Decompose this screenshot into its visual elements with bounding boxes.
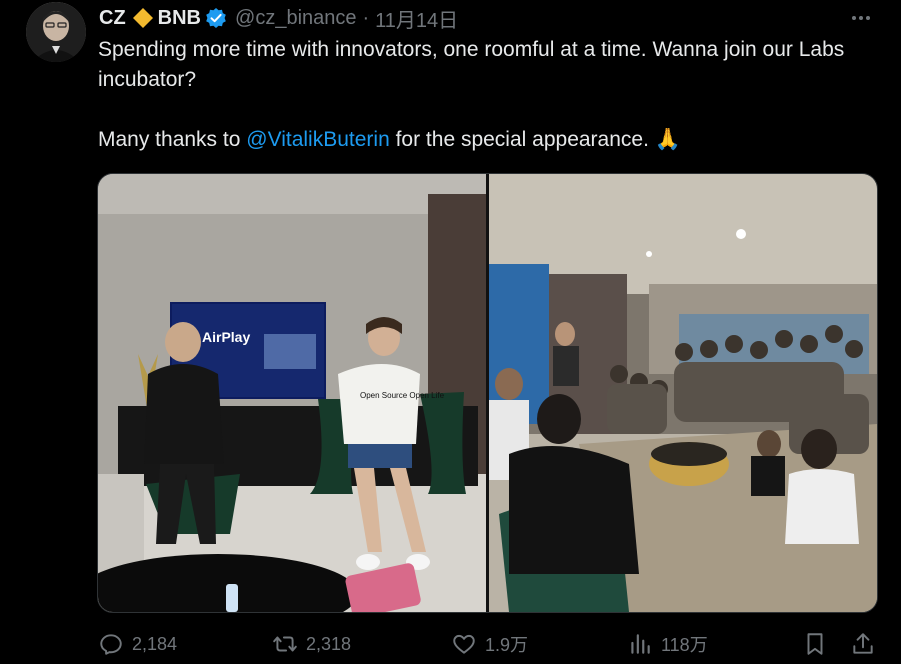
share-icon (853, 633, 873, 654)
display-name[interactable]: CZ (99, 7, 126, 30)
share-button[interactable] (850, 628, 884, 660)
more-options-icon[interactable] (849, 6, 873, 30)
views-button[interactable]: 118万 (627, 628, 708, 660)
views-count: 118万 (661, 635, 708, 655)
repost-count: 2,318 (306, 633, 352, 654)
like-count: 1.9万 (485, 635, 529, 655)
repost-button[interactable]: 2,318 (272, 628, 351, 660)
display-name-suffix[interactable]: BNB (158, 7, 201, 30)
avatar-photo (26, 2, 86, 62)
shirt-text: Open Source Open Life (360, 391, 445, 400)
audience-photo[interactable] (489, 174, 877, 612)
bookmark-button[interactable] (802, 628, 836, 660)
bnb-diamond-icon (132, 7, 154, 29)
heart-icon (453, 634, 475, 654)
tweet-text-line1: Spending more time with innovators, one … (98, 38, 845, 91)
reply-count: 2,184 (132, 633, 178, 654)
timestamp[interactable]: 11月14日 (375, 4, 458, 33)
reply-button[interactable]: 2,184 (98, 628, 177, 660)
bar-chart-icon (631, 634, 650, 654)
tweet-text-line2: Many thanks to @VitalikButerin for the s… (98, 125, 878, 155)
appearance-text: for the special appearance. (389, 128, 655, 151)
separator-dot: · (362, 6, 370, 29)
reply-icon (100, 634, 122, 655)
bookmark-icon (807, 633, 823, 655)
thanks-text: Many thanks to (98, 128, 247, 151)
mention-link[interactable]: @VitalikButerin (246, 128, 390, 151)
like-button[interactable]: 1.9万 (451, 628, 528, 660)
folded-hands-emoji: 🙏 (654, 128, 681, 151)
avatar[interactable] (26, 2, 86, 62)
handle[interactable]: @cz_binance (235, 7, 356, 30)
tweet-text: Spending more time with innovators, one … (98, 35, 878, 155)
tv-airplay-text: AirPlay (202, 329, 250, 345)
action-bar: 2,184 2,318 1.9万 118万 (98, 628, 878, 660)
stage-photo[interactable]: AirPlay Open Source Open Life (98, 174, 486, 612)
tweet: CZ BNB @cz_binance · 11月14日 Spending mor… (0, 0, 901, 664)
media-gallery: AirPlay Open Source Open Life (97, 173, 878, 613)
repost-icon (273, 636, 297, 652)
tweet-header: CZ BNB @cz_binance · 11月14日 (99, 4, 458, 32)
verified-badge-icon[interactable] (205, 7, 227, 29)
